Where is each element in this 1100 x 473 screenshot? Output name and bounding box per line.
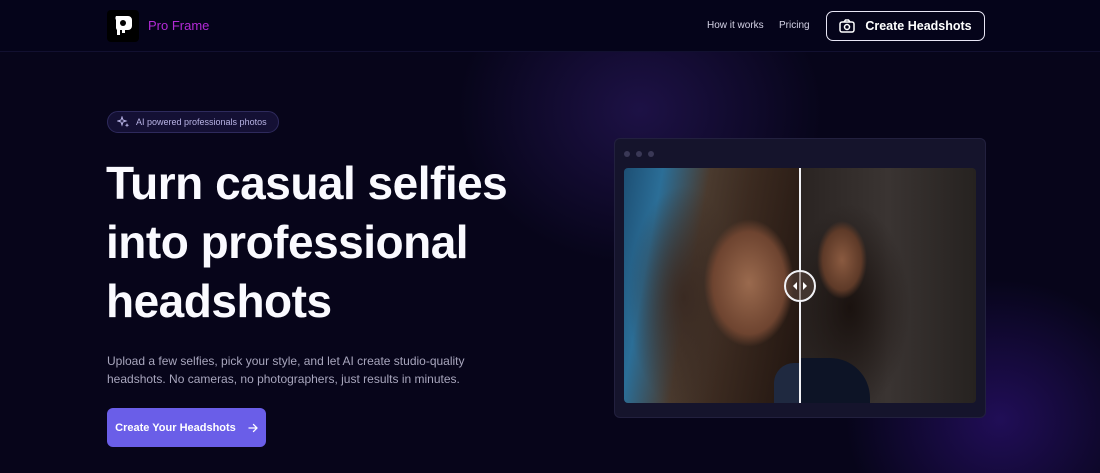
cta-label: Create Your Headshots xyxy=(115,421,236,434)
arrow-right-icon xyxy=(248,423,258,432)
logo-icon xyxy=(115,16,132,35)
brand-name[interactable]: Pro Frame xyxy=(148,18,209,33)
landing-page: Pro Frame How it works Pricing Create He… xyxy=(0,0,1100,473)
logo[interactable] xyxy=(107,10,139,42)
nav-pricing[interactable]: Pricing xyxy=(779,20,810,31)
create-headshots-button[interactable]: Create Headshots xyxy=(826,11,985,41)
before-photo xyxy=(624,168,800,403)
window-dot xyxy=(624,151,630,157)
ai-badge: AI powered professionals photos xyxy=(107,111,279,133)
compare-slider-handle[interactable] xyxy=(784,270,816,302)
nav-how-it-works[interactable]: How it works xyxy=(707,20,764,31)
create-your-headshots-button[interactable]: Create Your Headshots xyxy=(107,408,266,447)
sparkles-icon xyxy=(117,115,130,127)
hero-subtitle: Upload a few selfies, pick your style, a… xyxy=(107,354,465,386)
window-dot xyxy=(648,151,654,157)
badge-label: AI powered professionals photos xyxy=(136,117,267,127)
drag-arrows-icon xyxy=(793,282,807,290)
window-dot xyxy=(636,151,642,157)
camera-icon xyxy=(839,19,856,33)
site-header: Pro Frame How it works Pricing Create He… xyxy=(0,0,1100,52)
create-headshots-label: Create Headshots xyxy=(865,19,972,33)
hero-title: Turn casual selfies into professional he… xyxy=(106,157,508,327)
